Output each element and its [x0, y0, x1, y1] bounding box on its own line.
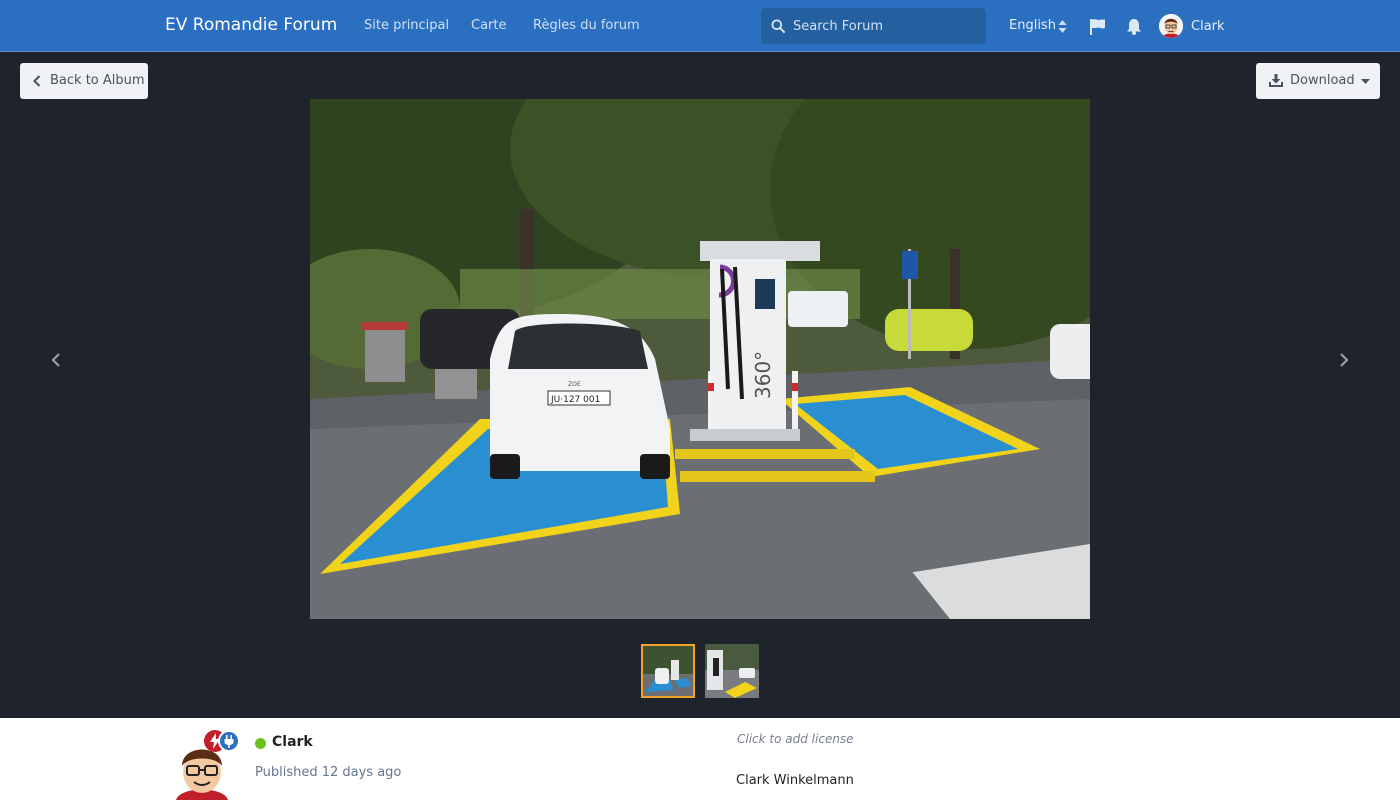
user-name[interactable]: Clark	[1191, 19, 1225, 34]
photo-owner-name: Clark Winkelmann	[736, 773, 854, 788]
download-icon	[1269, 74, 1283, 87]
chevron-left-icon	[33, 75, 41, 87]
flag-icon[interactable]	[1089, 18, 1106, 35]
cartoon-face-icon	[1159, 14, 1183, 38]
online-status-dot	[255, 738, 266, 749]
gallery-photo: 360° JU·127 001 ZOE	[310, 99, 1090, 619]
user-avatar[interactable]	[1159, 14, 1183, 38]
search-box[interactable]	[761, 8, 986, 44]
nav-link-carte[interactable]: Carte	[471, 18, 506, 33]
photo-info-panel: Clark Published 12 days ago Click to add…	[0, 718, 1400, 800]
plug-badge-icon	[218, 730, 240, 752]
thumbnail-1[interactable]	[641, 644, 695, 698]
zoe-badge-text: ZOE	[568, 381, 581, 388]
back-to-album-button[interactable]: Back to Album	[20, 63, 148, 99]
thumbnail-image	[705, 644, 759, 698]
top-header: EV Romandie Forum Site principal Carte R…	[0, 0, 1400, 52]
caret-down-icon	[1361, 79, 1370, 84]
language-selector[interactable]: English	[1009, 18, 1056, 33]
charging-station-photo: 360° JU·127 001 ZOE	[310, 99, 1090, 619]
car-plate-text: JU·127 001	[550, 395, 600, 405]
thumbnail-2[interactable]	[705, 644, 759, 698]
published-time: Published 12 days ago	[255, 765, 402, 780]
thumbnail-image	[643, 646, 693, 696]
station-360-text: 360°	[751, 351, 775, 399]
search-icon	[771, 19, 785, 33]
download-button[interactable]: Download	[1256, 63, 1380, 99]
add-license-link[interactable]: Click to add license	[737, 732, 854, 746]
download-label: Download	[1290, 73, 1355, 88]
sort-arrows-icon	[1058, 20, 1067, 33]
previous-image-arrow[interactable]	[51, 352, 61, 368]
search-input[interactable]	[793, 8, 978, 44]
back-to-album-label: Back to Album	[50, 73, 145, 88]
bell-icon[interactable]	[1126, 18, 1142, 35]
nav-link-site-principal[interactable]: Site principal	[364, 18, 449, 33]
nav-link-regles[interactable]: Règles du forum	[533, 18, 640, 33]
author-name[interactable]: Clark	[272, 734, 313, 750]
forum-brand-link[interactable]: EV Romandie Forum	[165, 15, 337, 35]
next-image-arrow[interactable]	[1339, 352, 1349, 368]
